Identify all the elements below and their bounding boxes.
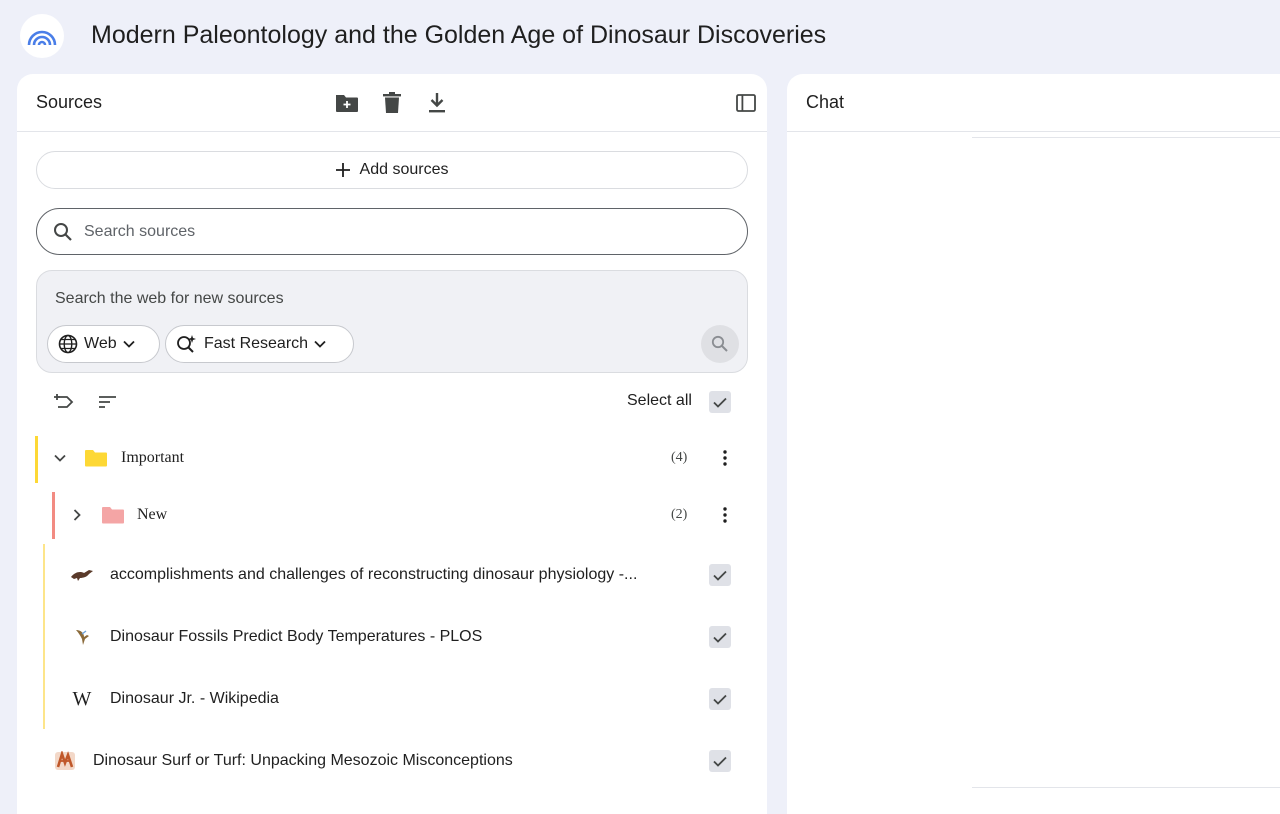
web-search-hint: Search the web for new sources — [55, 290, 284, 307]
chevron-right-icon[interactable] — [73, 509, 81, 521]
folder-count: (2) — [671, 507, 688, 522]
label-icon[interactable] — [52, 390, 76, 414]
plus-icon — [335, 163, 350, 177]
web-search-card: Search the web for new sources Web Fast … — [36, 270, 748, 373]
check-icon — [713, 570, 727, 581]
source-checkbox[interactable] — [709, 564, 731, 586]
source-checkbox[interactable] — [709, 750, 731, 772]
globe-icon — [58, 334, 78, 354]
search-icon — [54, 223, 72, 241]
select-all-checkbox[interactable] — [709, 391, 731, 413]
search-sources-input[interactable] — [84, 219, 724, 245]
folder-icon — [102, 507, 124, 524]
check-icon — [713, 694, 727, 705]
sort-icon[interactable] — [96, 390, 120, 414]
delete-icon[interactable] — [379, 90, 405, 116]
sources-panel: Sources Add sources Search sources Searc… — [17, 74, 767, 814]
chat-header: Chat — [787, 74, 1280, 132]
notebook-title[interactable]: Modern Paleontology and the Golden Age o… — [91, 20, 826, 50]
select-all-label: Select all — [627, 392, 692, 409]
check-icon — [713, 756, 727, 767]
chat-panel: Chat — [787, 74, 1280, 814]
dinosaur-icon — [70, 563, 94, 587]
download-icon[interactable] — [424, 90, 450, 116]
web-source-dropdown[interactable]: Web — [47, 325, 160, 363]
plos-bird-icon — [70, 625, 94, 649]
search-sources-box[interactable] — [36, 208, 748, 255]
fossil-icon — [53, 749, 77, 773]
source-checkbox[interactable] — [709, 688, 731, 710]
folder-icon — [85, 450, 107, 467]
folder-important[interactable]: Important (4) — [38, 434, 748, 482]
source-item[interactable]: W Dinosaur Jr. - Wikipedia — [55, 675, 748, 723]
source-title: Dinosaur Jr. - Wikipedia — [110, 690, 279, 707]
folder-new[interactable]: New (2) — [55, 491, 748, 539]
source-title: Dinosaur Fossils Predict Body Temperatur… — [110, 628, 483, 645]
collapse-panel-icon[interactable] — [733, 90, 759, 116]
add-sources-button[interactable]: Add sources — [36, 151, 748, 189]
chevron-down-icon — [122, 340, 135, 348]
sources-title: Sources — [36, 92, 103, 112]
chat-title: Chat — [806, 92, 845, 112]
check-icon — [713, 632, 727, 643]
folder-tree-line — [43, 544, 45, 729]
search-icon — [711, 335, 728, 352]
chat-divider — [972, 137, 1280, 138]
folder-name: Important — [121, 449, 185, 466]
research-mode-dropdown[interactable]: Fast Research — [165, 325, 354, 363]
chevron-down-icon[interactable] — [54, 454, 66, 462]
check-icon — [713, 397, 727, 408]
source-item[interactable]: accomplishments and challenges of recons… — [55, 551, 748, 599]
wikipedia-icon: W — [72, 687, 92, 710]
sources-header: Sources — [17, 74, 767, 132]
notebooklm-logo-icon[interactable] — [20, 14, 64, 58]
source-title: accomplishments and challenges of recons… — [110, 566, 638, 583]
folder-name: New — [137, 506, 168, 523]
source-item[interactable]: Dinosaur Fossils Predict Body Temperatur… — [55, 613, 748, 661]
new-folder-icon[interactable] — [334, 90, 360, 116]
web-search-submit-button[interactable] — [701, 325, 739, 363]
web-chip-label: Web — [84, 335, 117, 352]
spark-search-icon — [177, 335, 196, 353]
app-header: Modern Paleontology and the Golden Age o… — [0, 0, 1280, 72]
folder-count: (4) — [671, 450, 688, 465]
source-item[interactable]: Dinosaur Surf or Turf: Unpacking Mesozoi… — [38, 737, 748, 785]
source-checkbox[interactable] — [709, 626, 731, 648]
source-title: Dinosaur Surf or Turf: Unpacking Mesozoi… — [93, 752, 513, 769]
more-options-icon[interactable] — [715, 448, 735, 468]
chevron-down-icon — [314, 340, 326, 348]
chat-divider — [972, 787, 1280, 788]
research-chip-label: Fast Research — [204, 335, 309, 352]
add-sources-label: Add sources — [359, 161, 449, 178]
more-options-icon[interactable] — [715, 505, 735, 525]
